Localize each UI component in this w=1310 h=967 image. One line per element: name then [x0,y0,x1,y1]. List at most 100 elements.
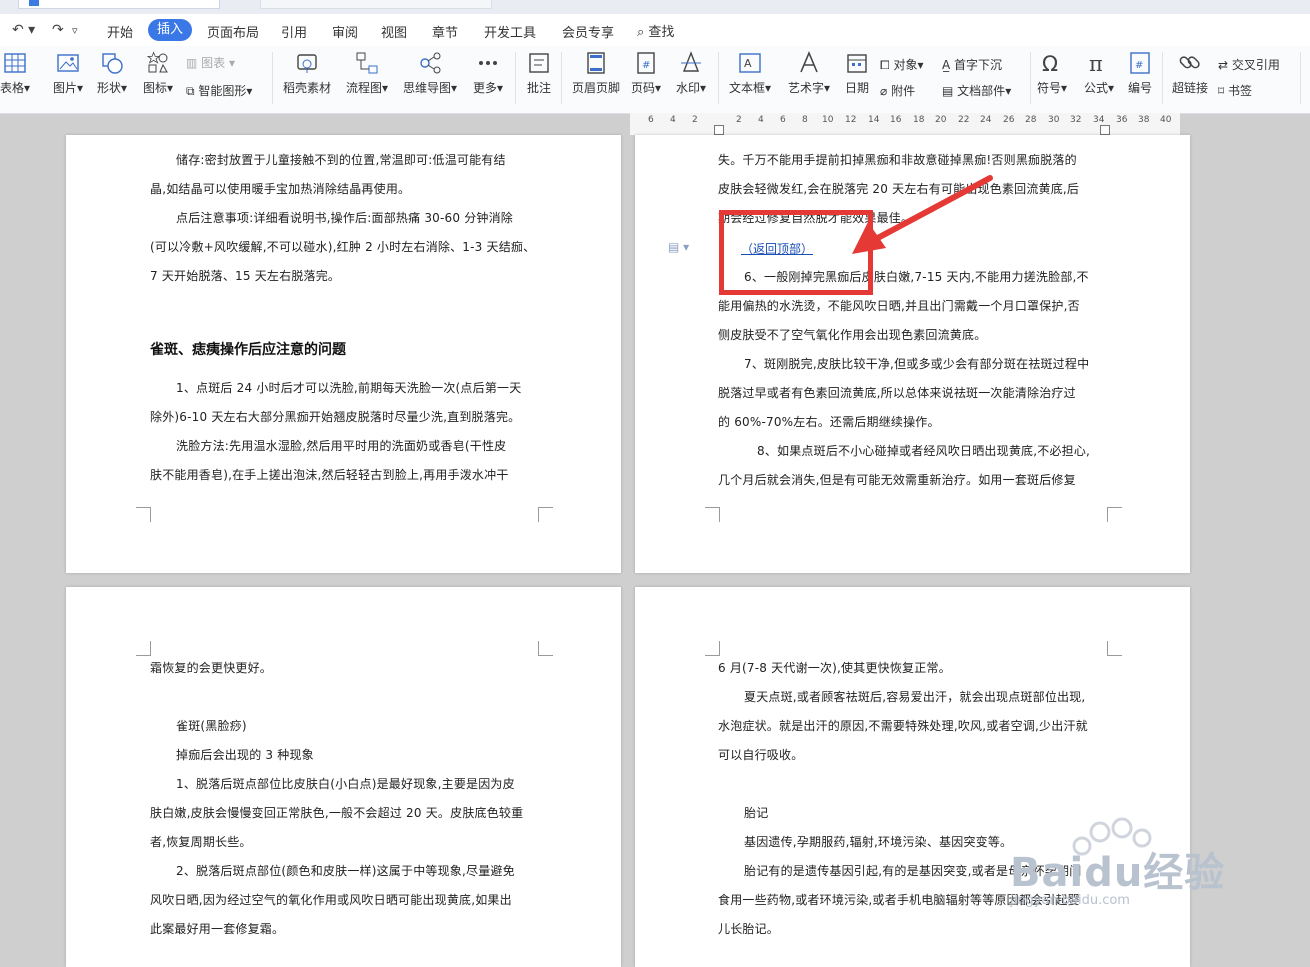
object-button[interactable]: ⧠ 对象▾ [880,56,923,73]
paragraph-line: 水泡症状。就是出汗的原因,不需要特殊处理,吹风,或者空调,少出汗就 [718,719,1088,733]
ruler-indent-marker[interactable] [714,125,724,135]
watermark-icon [681,51,701,72]
ruler-tick: 38 [1138,115,1150,125]
page-number-icon: # [637,52,655,74]
mindmap-button[interactable]: 思维导图▾ [400,50,460,96]
page-number-button[interactable]: # 页码▾ [628,50,664,96]
horizontal-ruler[interactable]: 6 4 2 2 4 6 8 10 12 14 16 18 20 22 24 26… [630,113,1180,135]
section-heading: 雀斑、痣痍操作后应注意的问题 [150,342,346,358]
menu-view[interactable]: 视图 [381,22,407,41]
svg-text:#: # [642,60,650,71]
undo-icon[interactable]: ↶ ▾ [12,22,35,38]
window-tab-strip [0,0,1310,14]
more-icon [479,61,497,65]
redo-icon[interactable]: ↷ [52,22,64,38]
menu-reference[interactable]: 引用 [281,22,307,41]
paragraph-line: 储存:密封放置于儿童接触不到的位置,常温即可:低温可能有结 [176,153,506,167]
comment-button[interactable]: 批注 [522,50,556,96]
paragraph-line: 掉痂后会出现的 3 种现象 [176,748,314,762]
chart-button[interactable]: ▥ 图表 ▾ [186,54,235,71]
mindmap-icon [420,52,441,74]
date-button[interactable]: 日期 [842,50,872,96]
shape-icon [102,53,123,74]
textbox-button[interactable]: A 文本框▾ [726,50,774,96]
ribbon-separator [1300,52,1301,104]
paragraph-line: 晶,如结晶可以使用暖手宝加热消除结晶再使用。 [150,182,411,196]
ruler-tick: 10 [822,115,834,125]
margin-corner [1107,507,1122,522]
shape-button[interactable]: 形状▾ [94,50,130,96]
smart-graphic-button[interactable]: ⧉ 智能图形▾ [186,82,252,99]
ruler-tick: 30 [1048,115,1060,125]
doc-parts-button[interactable]: ▤ 文档部件▾ [942,82,1011,99]
symbol-button[interactable]: Ω 符号▾ [1034,50,1070,96]
paragraph-line: 8、如果点斑后不小心碰掉或者经风吹日晒出现黄底,不必担心, [757,444,1091,458]
smart-graphic-icon: ⧉ [186,84,195,98]
paragraph-line: 的 60%-70%左右。还需后期继续操作。 [718,415,940,429]
wordart-button[interactable]: 艺术字▾ [784,50,834,96]
margin-corner [705,641,720,656]
watermark-brand: Baidu经验 [1010,850,1226,896]
ruler-tick: 6 [648,115,654,125]
menu-review[interactable]: 审阅 [332,22,358,41]
menu-insert[interactable]: 插入 [148,19,192,41]
ruler-tick: 2 [692,115,698,125]
picture-button[interactable]: 图片▾ [50,50,86,96]
numbering-button[interactable]: # 编号 [1124,50,1156,96]
ribbon-toolbar: 表格▾ 图片▾ 形状▾ 图标▾ ▥ 图表 ▾ ⧉ 智能图形▾ 稻壳素材 流程图▾… [0,46,1310,114]
menu-chapter[interactable]: 章节 [432,22,458,41]
header-footer-button[interactable]: 页眉页脚 [568,50,624,96]
paragraph-line: 此案最好用一套修复霜。 [150,922,285,936]
paragraph-line: 7、斑刚脱完,皮肤比较干净,但或多或少会有部分斑在祛斑过程中 [744,357,1090,371]
page-3[interactable]: 霜恢复的会更快更好。 雀斑(黑脸痧) 掉痂后会出现的 3 种现象 1、脱落后斑点… [66,587,621,967]
menu-search[interactable]: ⌕ 查找 [637,21,674,40]
page-1[interactable]: 储存:密封放置于儿童接触不到的位置,常温即可:低温可能有结 晶,如结晶可以使用暖… [66,135,621,573]
table-icon [4,53,26,73]
doc-parts-icon: ▤ [942,84,954,98]
ribbon-separator [1030,52,1031,104]
svg-text:π: π [1089,52,1103,76]
menu-start[interactable]: 开始 [107,22,133,41]
material-button[interactable]: 稻壳素材 [280,50,334,96]
paragraph-line: 1、脱落后斑点部位比皮肤白(小白点)是最好现象,主要是因为皮 [176,777,515,791]
svg-text:Ω: Ω [1042,52,1058,76]
more-button[interactable]: 更多▾ [468,50,508,96]
dropcap-button[interactable]: A̲ 首字下沉 [942,56,1002,73]
hyperlink-button[interactable]: 超链接 [1168,50,1212,96]
watermark-button[interactable]: 水印▾ [672,50,710,96]
paragraph-line: 基因遗传,孕期服药,辐射,环境污染、基因突变等。 [744,835,1013,849]
table-button[interactable]: 表格▾ [0,50,32,96]
attachment-button[interactable]: ⌀ 附件 [880,82,915,99]
paragraph-line: 除外)6-10 天左右大部分黑痂开始翘皮脱落时尽量少洗,直到脱落完。 [150,410,521,424]
svg-text:#: # [1135,60,1143,71]
margin-corner [705,507,720,522]
ruler-right-indent-marker[interactable] [1100,125,1110,135]
quick-access-dropdown-icon[interactable]: ▿ [72,24,78,37]
ruler-tick: 6 [780,115,786,125]
menu-developer[interactable]: 开发工具 [484,22,536,41]
svg-text:A: A [744,57,752,70]
document-tab-active[interactable] [18,0,220,9]
paragraph-line: 点后注意事项:详细看说明书,操作后:面部热痛 30-60 分钟消除 [176,211,514,225]
picture-icon [57,54,79,72]
paragraph-options-icon[interactable]: ▤ ▾ [668,240,689,254]
dropcap-icon: A̲ [942,58,951,72]
flowchart-icon [356,52,378,74]
document-tab[interactable] [260,0,492,9]
margin-corner [538,641,553,656]
menu-page-layout[interactable]: 页面布局 [207,22,259,41]
flowchart-button[interactable]: 流程图▾ [344,50,390,96]
paragraph-line: (可以冷敷+风吹缓解,不可以碰水),红肿 2 小时左右消除、1-3 天结痂、 [150,240,536,254]
icon-button[interactable]: 图标▾ [140,50,176,96]
chart-icon: ▥ [186,56,198,70]
paragraph-line: 风吹日晒,因为经过空气的氧化作用或风吹日晒可能出现黄底,如果出 [150,893,512,907]
watermark-url: jingyan.baidu.com [1010,893,1130,908]
margin-corner [136,507,151,522]
ruler-tick: 32 [1070,115,1082,125]
cross-reference-button[interactable]: ⇄ 交叉引用 [1218,56,1280,73]
bookmark-button[interactable]: ⌑ 书签 [1218,82,1252,99]
bookmark-icon: ⌑ [1218,84,1225,98]
menu-member[interactable]: 会员专享 [562,22,614,41]
formula-button[interactable]: π 公式▾ [1080,50,1118,96]
ruler-tick: 4 [758,115,764,125]
